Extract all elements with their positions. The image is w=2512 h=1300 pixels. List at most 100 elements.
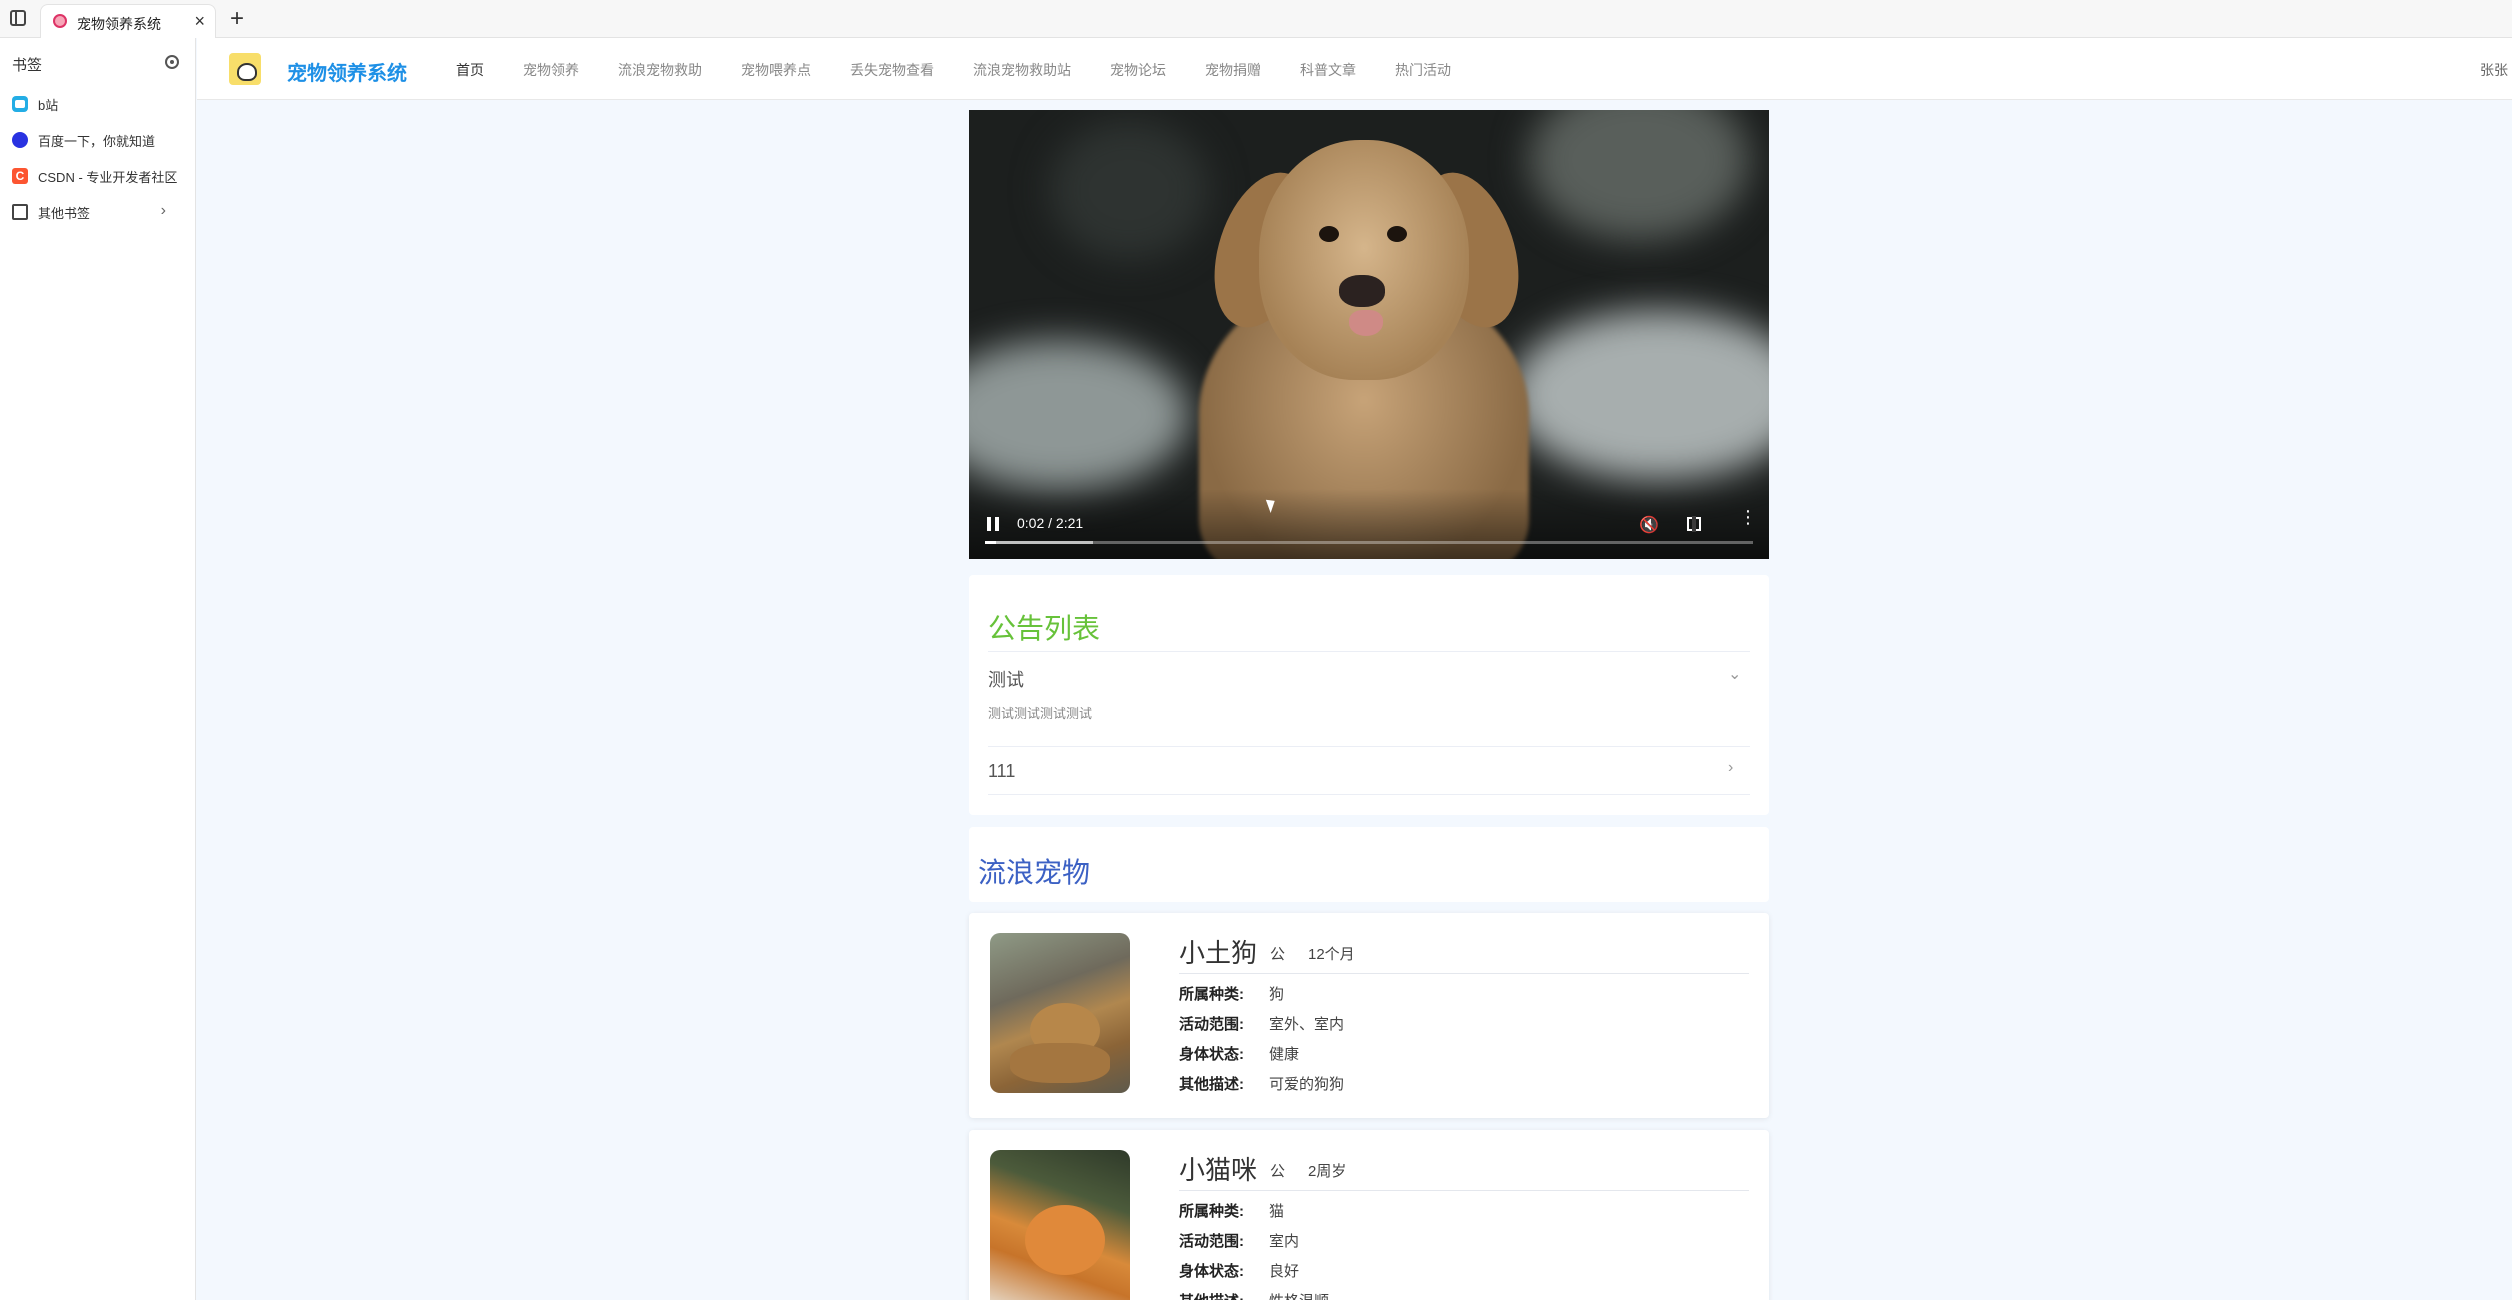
field-value: 室外、室内: [1269, 1016, 1345, 1033]
notice-item-title[interactable]: 测试: [988, 666, 1024, 692]
notice-list-card: 公告列表 测试 ⌄ 测试测试测试测试 111 ›: [969, 575, 1769, 815]
video-controls: 0:02 / 2:21 🔇 ⋮: [969, 489, 1769, 559]
bookmark-label: 百度一下，你就知道: [38, 133, 156, 149]
pet-card[interactable]: 小猫咪 公 2周岁 所属种类: 猫 活动范围: 室内 身体状态: 良好 其他描述…: [969, 1130, 1769, 1300]
divider: [1179, 1190, 1749, 1191]
nav-rescue-stations[interactable]: 流浪宠物救助站: [973, 60, 1071, 80]
video-buffered: [985, 541, 1093, 544]
video-dog-nose: [1339, 275, 1385, 307]
video-dog-tongue: [1349, 310, 1383, 336]
browser-tab[interactable]: 宠物领养系统 ×: [40, 4, 216, 38]
bookmark-baidu[interactable]: 百度一下，你就知道: [12, 128, 190, 152]
field-value: 室内: [1269, 1233, 1300, 1250]
video-background: [1049, 120, 1209, 260]
video-progress-bar[interactable]: [985, 541, 1753, 544]
field-label: 其他描述:: [1179, 1290, 1269, 1300]
field-label: 活动范围:: [1179, 1016, 1244, 1033]
chevron-right-icon[interactable]: ›: [1728, 759, 1733, 777]
fullscreen-icon[interactable]: [1687, 516, 1701, 532]
pet-field-range: 活动范围: 室内: [1179, 1230, 1299, 1251]
stray-pets-header-card: 流浪宠物: [969, 827, 1769, 902]
pet-name: 小土狗: [1179, 938, 1258, 968]
close-tab-icon[interactable]: ×: [194, 11, 205, 31]
bookmarks-header: 书签: [12, 57, 43, 74]
field-value: 狗: [1269, 986, 1285, 1003]
divider: [1179, 973, 1749, 974]
chevron-down-icon[interactable]: ⌄: [1728, 664, 1741, 684]
bookmark-folder-other[interactable]: 其他书签 ›: [12, 200, 190, 224]
site-favicon-icon: [53, 14, 67, 28]
baidu-icon: [12, 132, 28, 148]
field-value: 猫: [1269, 1203, 1285, 1220]
muted-volume-icon[interactable]: 🔇: [1639, 515, 1659, 535]
video-background: [1529, 110, 1749, 240]
nav-feeding-points[interactable]: 宠物喂养点: [741, 60, 811, 80]
video-dog-eye: [1319, 226, 1339, 242]
video-background: [1509, 310, 1769, 480]
divider: [988, 651, 1750, 652]
pet-field-type: 所属种类: 狗: [1179, 983, 1284, 1004]
pet-age: 2周岁: [1308, 1163, 1347, 1180]
nav-articles[interactable]: 科普文章: [1300, 60, 1356, 80]
tab-title: 宠物领养系统: [77, 16, 161, 32]
nav-donation[interactable]: 宠物捐赠: [1205, 60, 1261, 80]
pet-card[interactable]: 小土狗 公 12个月 所属种类: 狗 活动范围: 室外、室内 身体状态: 健康 …: [969, 913, 1769, 1118]
notice-item-body: 测试测试测试测试: [988, 706, 1093, 721]
bookmark-label: CSDN - 专业开发者社区: [38, 169, 178, 185]
field-value: 性格温顺: [1269, 1290, 1329, 1300]
nav-lost-pets[interactable]: 丢失宠物查看: [850, 60, 934, 80]
nav-home[interactable]: 首页: [456, 60, 484, 80]
user-name[interactable]: 张张: [2480, 60, 2508, 80]
site-header: 宠物领养系统 首页 宠物领养 流浪宠物救助 宠物喂养点 丢失宠物查看 流浪宠物救…: [197, 38, 2512, 100]
pet-field-health: 身体状态: 良好: [1179, 1260, 1299, 1281]
nav-adoption[interactable]: 宠物领养: [523, 60, 579, 80]
field-label: 活动范围:: [1179, 1233, 1244, 1250]
notice-item-title[interactable]: 111: [988, 761, 1015, 782]
bookmark-label: b站: [38, 97, 59, 113]
pet-photo-dog[interactable]: [990, 933, 1130, 1093]
pet-sex: 公: [1270, 946, 1286, 963]
chevron-right-icon: ›: [160, 202, 166, 219]
field-value: 健康: [1269, 1046, 1300, 1063]
sidebar-toggle-icon[interactable]: [10, 10, 26, 26]
field-label: 所属种类:: [1179, 1203, 1244, 1220]
stray-pets-title: 流浪宠物: [978, 857, 1091, 888]
divider: [988, 794, 1750, 795]
video-time: 0:02 / 2:21: [1017, 515, 1084, 531]
field-value: 良好: [1269, 1263, 1300, 1280]
pet-photo-subject: [1010, 1043, 1110, 1083]
pet-age: 12个月: [1308, 946, 1355, 963]
field-label: 身体状态:: [1179, 1046, 1244, 1063]
pet-sex: 公: [1270, 1163, 1286, 1180]
bookmarks-sidebar: 书签 b站 百度一下，你就知道 C CSDN - 专业开发者社区 其他书签 ›: [0, 38, 196, 1300]
pet-photo-cat[interactable]: [990, 1150, 1130, 1300]
field-label: 身体状态:: [1179, 1263, 1244, 1280]
bookmark-csdn[interactable]: C CSDN - 专业开发者社区: [12, 164, 190, 188]
nav-stray-rescue[interactable]: 流浪宠物救助: [618, 60, 702, 80]
video-background: [969, 340, 1189, 490]
video-player[interactable]: 0:02 / 2:21 🔇 ⋮: [969, 110, 1769, 559]
bilibili-icon: [12, 96, 28, 112]
nav-events[interactable]: 热门活动: [1395, 60, 1451, 80]
new-tab-button[interactable]: +: [230, 4, 244, 34]
field-label: 其他描述:: [1179, 1076, 1244, 1093]
pet-name: 小猫咪: [1179, 1155, 1258, 1185]
folder-icon: [12, 204, 28, 220]
site-logo-icon[interactable]: [229, 53, 261, 85]
bookmark-label: 其他书签: [38, 205, 91, 221]
video-played: [985, 541, 996, 544]
video-dog-eye: [1387, 226, 1407, 242]
more-options-icon[interactable]: ⋮: [1739, 508, 1757, 526]
pet-field-desc: 其他描述: 性格温顺: [1179, 1290, 1329, 1300]
bookmark-bilibili[interactable]: b站: [12, 92, 190, 116]
site-name[interactable]: 宠物领养系统: [287, 57, 407, 86]
pet-field-range: 活动范围: 室外、室内: [1179, 1013, 1344, 1034]
field-label: 所属种类:: [1179, 986, 1244, 1003]
pause-icon[interactable]: [987, 517, 999, 531]
pet-field-health: 身体状态: 健康: [1179, 1043, 1299, 1064]
main-nav: 首页 宠物领养 流浪宠物救助 宠物喂养点 丢失宠物查看 流浪宠物救助站 宠物论坛…: [456, 60, 1451, 80]
pet-field-type: 所属种类: 猫: [1179, 1200, 1284, 1221]
browser-tab-strip: 宠物领养系统 × +: [0, 0, 2512, 38]
bookmark-settings-icon[interactable]: [165, 55, 179, 69]
nav-forum[interactable]: 宠物论坛: [1110, 60, 1166, 80]
